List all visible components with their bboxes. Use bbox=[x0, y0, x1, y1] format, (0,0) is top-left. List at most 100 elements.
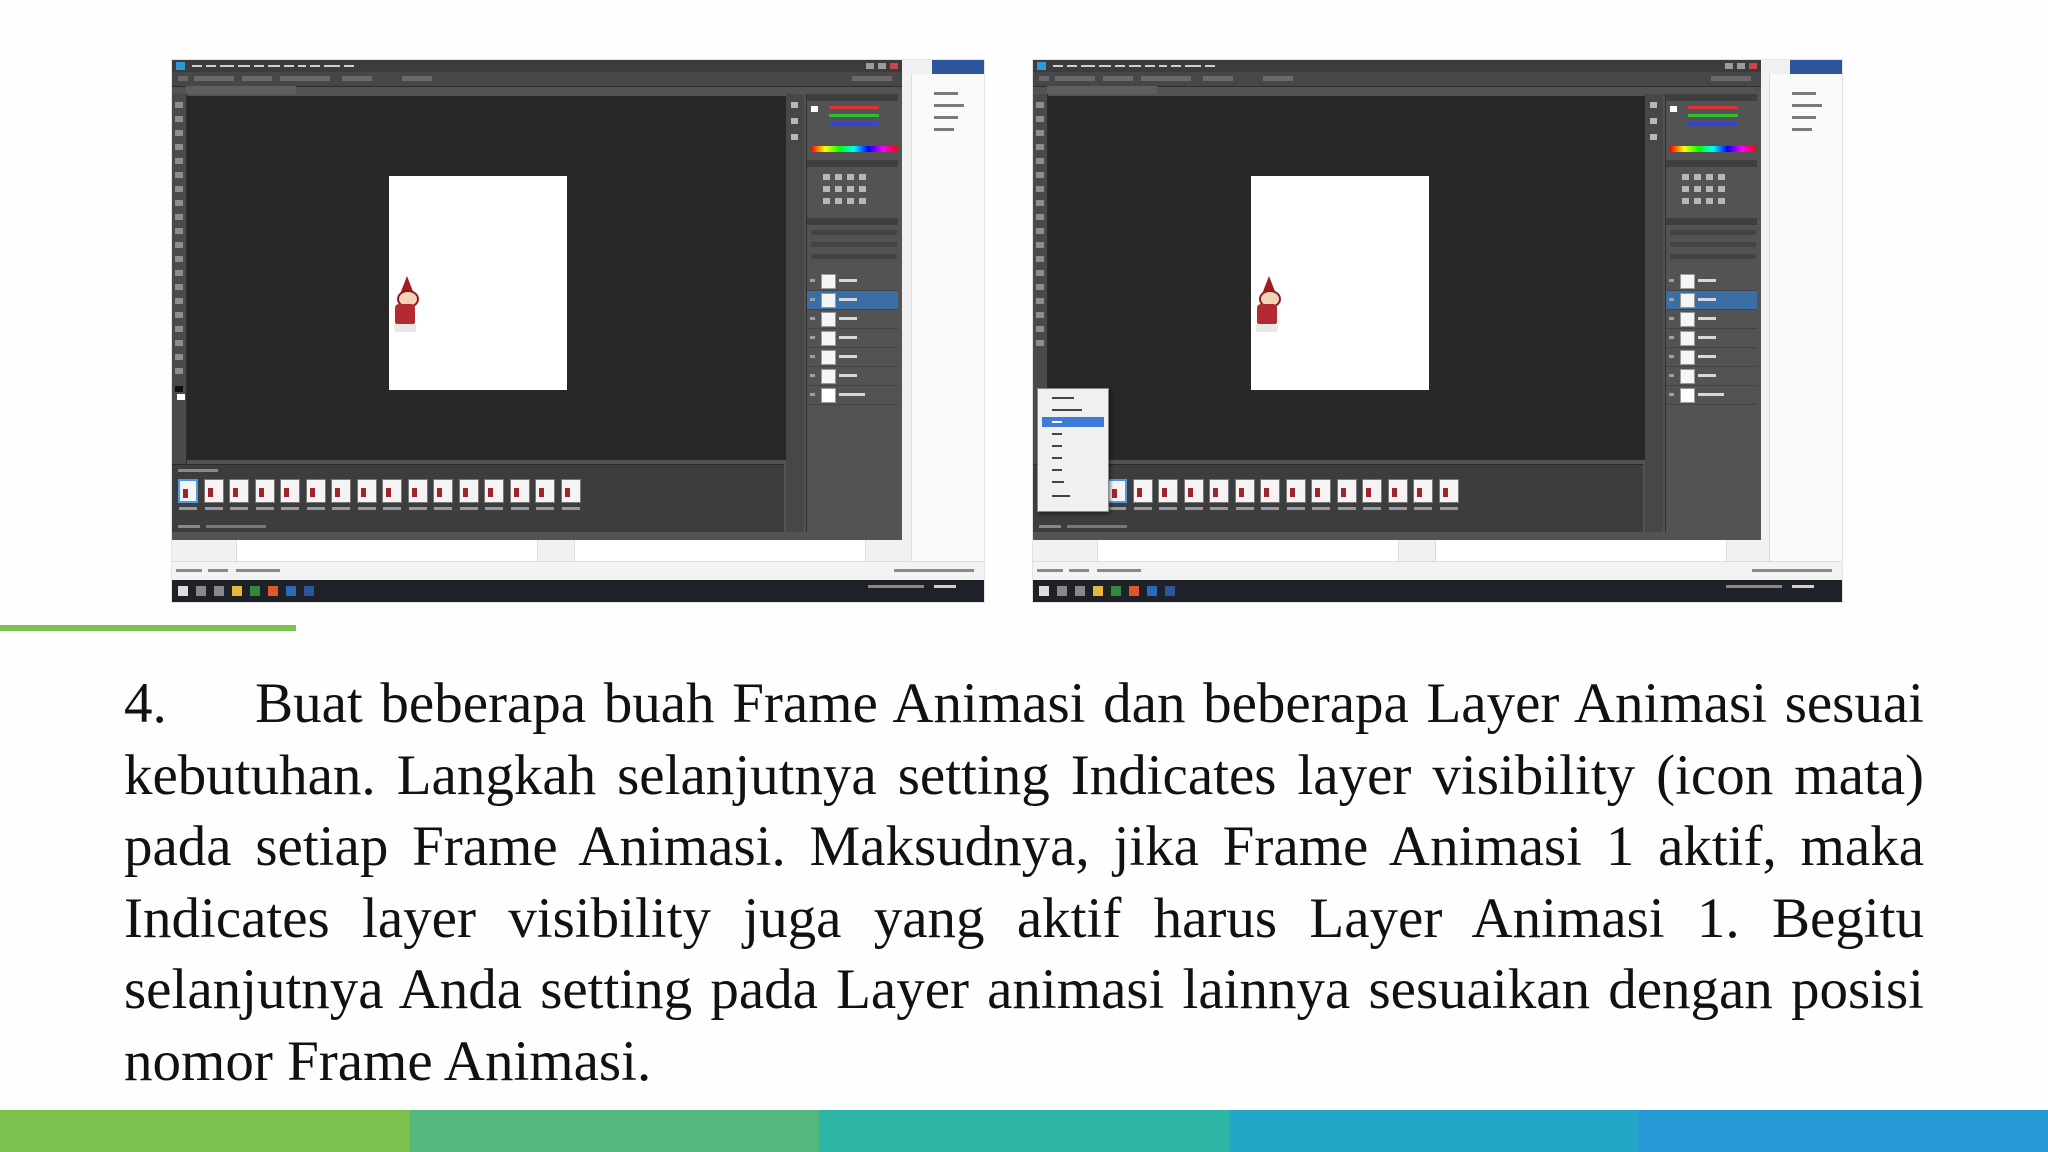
animation-frame[interactable] bbox=[254, 479, 275, 503]
photoshop-taskbar-icon[interactable] bbox=[286, 586, 296, 596]
type-tool-icon[interactable] bbox=[1036, 312, 1044, 318]
frame-delay[interactable] bbox=[204, 507, 223, 510]
blur-tool-icon[interactable] bbox=[1036, 270, 1044, 276]
pen-tool-icon[interactable] bbox=[1036, 298, 1044, 304]
eyedropper-tool-icon[interactable] bbox=[1036, 172, 1044, 178]
layer-row[interactable] bbox=[807, 291, 898, 310]
healing-tool-icon[interactable] bbox=[1036, 186, 1044, 192]
delay-option[interactable] bbox=[1042, 393, 1104, 403]
animation-frame[interactable] bbox=[1438, 479, 1459, 503]
animation-frame[interactable] bbox=[458, 479, 479, 503]
crop-tool-icon[interactable] bbox=[1036, 158, 1044, 164]
quick-select-tool-icon[interactable] bbox=[1036, 144, 1044, 150]
animation-frame[interactable] bbox=[1234, 479, 1255, 503]
gradient-tool-icon[interactable] bbox=[1036, 256, 1044, 262]
dodge-tool-icon[interactable] bbox=[175, 284, 183, 290]
frame-delay[interactable] bbox=[459, 507, 478, 510]
animation-frame[interactable] bbox=[1336, 479, 1357, 503]
zoom-tool-icon[interactable] bbox=[175, 368, 183, 374]
word-taskbar-icon[interactable] bbox=[304, 586, 314, 596]
frame-delay[interactable] bbox=[255, 507, 274, 510]
hand-tool-icon[interactable] bbox=[175, 354, 183, 360]
properties-icon[interactable] bbox=[1650, 118, 1657, 124]
file-explorer-icon[interactable] bbox=[232, 586, 242, 596]
path-select-tool-icon[interactable] bbox=[1036, 326, 1044, 332]
maximize-icon[interactable] bbox=[878, 63, 886, 69]
shape-tool-icon[interactable] bbox=[175, 340, 183, 346]
clone-tool-icon[interactable] bbox=[1036, 214, 1044, 220]
animation-frame[interactable] bbox=[535, 479, 555, 503]
pen-tool-icon[interactable] bbox=[175, 298, 183, 304]
frame-delay[interactable] bbox=[1337, 507, 1356, 510]
animation-frame[interactable] bbox=[1260, 479, 1280, 503]
firefox-icon[interactable] bbox=[1129, 586, 1139, 596]
frame-delay[interactable] bbox=[1439, 507, 1458, 510]
properties-icon[interactable] bbox=[791, 118, 798, 124]
delay-option[interactable] bbox=[1042, 405, 1104, 415]
word-taskbar-icon[interactable] bbox=[1165, 586, 1175, 596]
quick-select-tool-icon[interactable] bbox=[175, 144, 183, 150]
frame-delay[interactable] bbox=[1261, 507, 1279, 510]
frame-delay[interactable] bbox=[1108, 507, 1126, 510]
layer-row[interactable] bbox=[1666, 329, 1757, 348]
animation-frame[interactable] bbox=[1209, 479, 1229, 503]
delay-option[interactable] bbox=[1042, 491, 1104, 501]
frame-delay[interactable] bbox=[1235, 507, 1254, 510]
frame-delay[interactable] bbox=[1210, 507, 1228, 510]
swatch-icon[interactable] bbox=[811, 106, 818, 112]
lock-bar[interactable] bbox=[1670, 254, 1756, 259]
animation-frame[interactable] bbox=[509, 479, 530, 503]
brush-tool-icon[interactable] bbox=[1036, 200, 1044, 206]
delay-option[interactable] bbox=[1042, 453, 1104, 463]
color-spectrum[interactable] bbox=[1670, 146, 1756, 152]
start-icon[interactable] bbox=[178, 586, 188, 596]
dodge-tool-icon[interactable] bbox=[1036, 284, 1044, 290]
delay-option[interactable] bbox=[1042, 477, 1104, 487]
delay-option[interactable] bbox=[1042, 465, 1104, 475]
frame-delay[interactable] bbox=[1312, 507, 1330, 510]
frame-delay[interactable] bbox=[306, 507, 325, 510]
frame-delay[interactable] bbox=[230, 507, 248, 510]
maximize-icon[interactable] bbox=[1737, 63, 1745, 69]
lasso-tool-icon[interactable] bbox=[175, 130, 183, 136]
animation-frame[interactable] bbox=[1107, 479, 1127, 503]
blur-tool-icon[interactable] bbox=[175, 270, 183, 276]
animation-frame[interactable] bbox=[178, 479, 198, 503]
minimize-icon[interactable] bbox=[866, 63, 874, 69]
crop-tool-icon[interactable] bbox=[175, 158, 183, 164]
delay-option[interactable] bbox=[1042, 429, 1104, 439]
background-color-icon[interactable] bbox=[177, 394, 185, 400]
animation-frame[interactable] bbox=[1285, 479, 1306, 503]
layer-row[interactable] bbox=[807, 348, 898, 367]
animation-frame[interactable] bbox=[203, 479, 224, 503]
close-icon[interactable] bbox=[890, 63, 898, 69]
marquee-tool-icon[interactable] bbox=[175, 116, 183, 122]
animation-frame[interactable] bbox=[356, 479, 377, 503]
lock-bar[interactable] bbox=[811, 254, 897, 259]
blend-mode-bar[interactable] bbox=[811, 242, 897, 247]
frame-delay[interactable] bbox=[332, 507, 350, 510]
animation-frame[interactable] bbox=[280, 479, 300, 503]
layer-row[interactable] bbox=[1666, 291, 1757, 310]
animation-frame[interactable] bbox=[433, 479, 453, 503]
history-brush-icon[interactable] bbox=[175, 228, 183, 234]
frame-delay[interactable] bbox=[485, 507, 503, 510]
animation-frame[interactable] bbox=[1132, 479, 1153, 503]
app-icon[interactable] bbox=[250, 586, 260, 596]
animation-frame[interactable] bbox=[229, 479, 249, 503]
lasso-tool-icon[interactable] bbox=[1036, 130, 1044, 136]
frame-delay[interactable] bbox=[357, 507, 376, 510]
canvas-area[interactable] bbox=[187, 96, 795, 460]
frame-delay[interactable] bbox=[179, 507, 197, 510]
path-select-tool-icon[interactable] bbox=[175, 326, 183, 332]
layer-filter-bar[interactable] bbox=[811, 230, 897, 235]
clone-tool-icon[interactable] bbox=[175, 214, 183, 220]
playback-controls[interactable] bbox=[1067, 525, 1127, 528]
eraser-tool-icon[interactable] bbox=[1036, 242, 1044, 248]
document-tab[interactable] bbox=[186, 86, 296, 94]
frame-delay[interactable] bbox=[281, 507, 299, 510]
task-view-icon[interactable] bbox=[1075, 586, 1085, 596]
photoshop-taskbar-icon[interactable] bbox=[1147, 586, 1157, 596]
animation-frame[interactable] bbox=[1387, 479, 1408, 503]
layer-row[interactable] bbox=[1666, 367, 1757, 386]
